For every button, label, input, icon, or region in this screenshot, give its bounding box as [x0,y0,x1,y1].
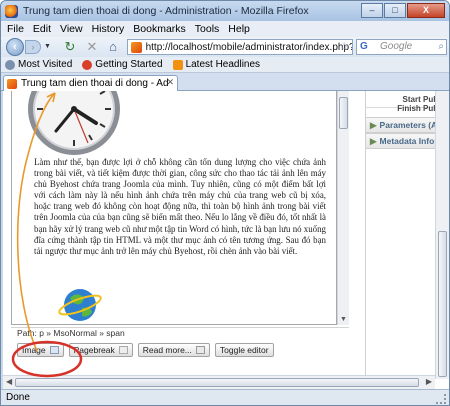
bookmark-star-icon[interactable]: ☆ [339,40,349,53]
bookmark-label: Getting Started [95,59,163,70]
url-text[interactable]: http://localhost/mobile/administrator/in… [146,42,352,53]
google-icon: G [360,41,368,52]
tab-administration[interactable]: Trung tam dien thoai di dong - Admin... … [3,75,178,91]
search-engine-selector[interactable]: G [356,39,378,55]
pagebreak-button[interactable]: Pagebreak [68,343,133,357]
accordion-label: Parameters (Ac [379,120,442,130]
menu-tools[interactable]: Tools [195,23,220,35]
browser-window: Trung tam dien thoai di dong - Administr… [0,0,450,406]
site-favicon-icon [131,41,142,53]
globe-image [58,289,102,321]
close-tab-icon[interactable]: ✕ [166,77,174,88]
bookmark-getting-started[interactable]: Getting Started [82,59,163,70]
editor-scroll-thumb[interactable] [339,97,348,129]
menu-file[interactable]: File [7,23,24,35]
status-text: Done [6,392,30,403]
scroll-left-icon[interactable]: ◀ [6,377,12,386]
page-scroll-thumb[interactable] [438,231,447,377]
element-path: Path: p » MsoNormal » span [11,327,349,339]
back-button[interactable]: ‹ [6,38,24,56]
forward-button[interactable]: › [25,40,41,54]
close-button[interactable]: X [407,3,445,18]
status-bar: Done [1,389,449,405]
joomla-favicon-icon [7,78,17,89]
bookmark-label: Latest Headlines [185,59,261,70]
minimize-button[interactable]: – [361,3,383,18]
pagebreak-button-label: Pagebreak [73,345,115,355]
readmore-button[interactable]: Read more... [137,343,210,357]
stop-icon[interactable]: ✕ [84,39,100,55]
page-content: Làm như thế, bạn được lợi ở chỗ không cầ… [3,91,449,389]
toggle-editor-button[interactable]: Toggle editor [214,343,274,357]
rss-icon [172,59,183,70]
search-placeholder: Google [380,41,413,52]
navigation-toolbar: ‹ › ▼ ↻ ✕ ⌂ http://localhost/mobile/admi… [1,37,449,57]
search-icon[interactable]: ⌕ [438,40,444,54]
gear-icon [5,59,15,70]
menu-bookmarks[interactable]: Bookmarks [133,23,186,35]
editor-scrollbar[interactable]: ▼ [337,91,349,325]
bookmark-latest-headlines[interactable]: Latest Headlines [172,59,261,70]
menu-view[interactable]: View [60,23,83,35]
menu-help[interactable]: Help [228,23,250,35]
expand-arrow-icon: ▶ [370,120,377,130]
article-text[interactable]: Làm như thế, bạn được lợi ở chỗ không cầ… [34,157,326,257]
home-icon[interactable]: ⌂ [105,39,121,55]
firefox-icon [82,59,93,70]
reload-icon[interactable]: ↻ [62,39,78,55]
address-bar[interactable]: http://localhost/mobile/administrator/in… [127,39,353,55]
tab-bar: Trung tam dien thoai di dong - Admin... … [1,73,449,91]
wysiwyg-editor[interactable]: Làm như thế, bạn được lợi ở chỗ không cầ… [11,91,337,325]
page-scrollbar[interactable] [435,91,449,379]
menu-edit[interactable]: Edit [33,23,51,35]
image-button-label: Image [22,345,46,355]
bookmark-most-visited[interactable]: Most Visited [5,59,72,70]
history-dropdown-icon[interactable]: ▼ [44,43,51,50]
horizontal-scroll-thumb[interactable] [15,378,419,387]
clock-image [28,91,120,155]
scroll-right-icon[interactable]: ▶ [426,377,432,386]
maximize-button[interactable]: □ [384,3,406,18]
image-button[interactable]: Image [17,343,64,357]
readmore-button-label: Read more... [142,345,192,355]
window-controls: – □ X [360,3,445,18]
image-icon [49,346,59,354]
menu-history[interactable]: History [92,23,125,35]
expand-arrow-icon: ▶ [370,136,377,146]
bookmarks-toolbar: Most Visited Getting Started Latest Head… [1,57,449,73]
editor-buttons: Image Pagebreak Read more... Toggle edit… [17,343,279,357]
tab-label: Trung tam dien thoai di dong - Admin... [21,78,169,89]
scroll-down-icon[interactable]: ▼ [340,316,347,323]
window-title: Trung tam dien thoai di dong - Administr… [23,5,309,17]
search-input[interactable]: Google ⌕ [377,39,447,55]
menu-bar: File Edit View History Bookmarks Tools H… [1,21,449,37]
title-bar: Trung tam dien thoai di dong - Administr… [1,1,449,21]
readmore-icon [195,346,205,354]
firefox-icon [5,4,18,18]
pagebreak-icon [118,346,128,354]
resize-grip-icon[interactable] [436,394,446,404]
bookmark-label: Most Visited [18,59,73,70]
horizontal-scrollbar[interactable]: ◀ ▶ [3,375,435,389]
